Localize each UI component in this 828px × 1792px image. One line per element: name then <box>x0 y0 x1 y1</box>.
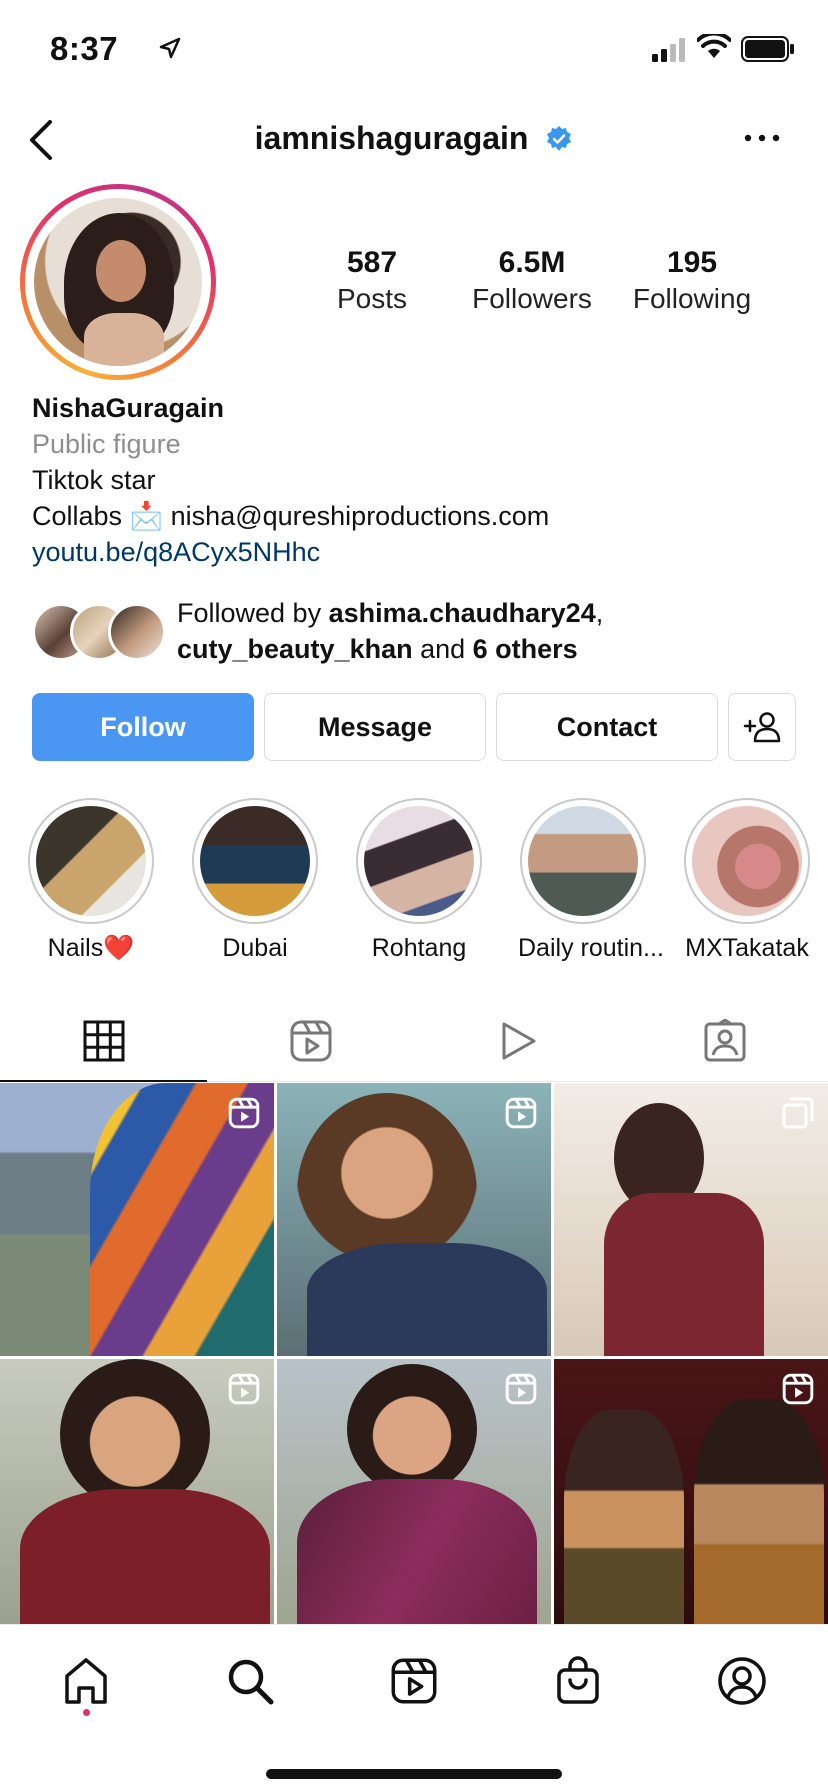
bio-link[interactable]: youtu.be/q8ACyx5NHhc <box>32 534 812 570</box>
stat-followers[interactable]: 6.5M Followers <box>442 245 622 317</box>
highlight-label: Daily routin... <box>518 934 664 962</box>
mutual-follower-link[interactable]: cuty_beauty_khan <box>177 634 413 664</box>
nav-shop[interactable] <box>548 1651 608 1711</box>
highlight-cover <box>528 806 638 916</box>
location-arrow-icon <box>159 37 181 59</box>
highlight-label: Rohtang <box>371 934 467 962</box>
followed-by-text: Followed by ashima.chaudhary24, cuty_bea… <box>177 598 604 664</box>
stat-label: Following <box>632 283 752 314</box>
stat-label: Posts <box>336 283 408 314</box>
stat-value: 587 <box>346 246 398 279</box>
message-button[interactable]: Message <box>264 693 486 761</box>
status-bar: 8:37 <box>0 0 828 100</box>
story-highlight[interactable]: Rohtang <box>354 798 484 963</box>
tab-grid[interactable] <box>0 1000 207 1082</box>
grid-post[interactable] <box>0 1359 274 1632</box>
grid-post[interactable] <box>277 1359 551 1632</box>
cellular-signal-icon <box>652 38 685 62</box>
nav-home[interactable] <box>56 1651 116 1711</box>
profile-category: Public figure <box>32 429 181 459</box>
profile-icon <box>718 1657 766 1705</box>
bottom-nav <box>0 1624 828 1792</box>
story-highlight[interactable]: Nails❤️ <box>26 798 156 963</box>
grid-post[interactable] <box>554 1083 828 1356</box>
mutual-follower-avatar <box>108 603 166 661</box>
stat-label: Followers <box>472 283 592 314</box>
stat-posts[interactable]: 587 Posts <box>282 245 462 317</box>
notification-dot <box>83 1709 90 1716</box>
play-icon <box>502 1022 535 1060</box>
profile-bio: NishaGuragain Public figure Tiktok star … <box>32 390 812 570</box>
more-dots-icon[interactable] <box>742 130 782 146</box>
mutual-follower-link[interactable]: ashima.chaudhary24 <box>329 598 596 628</box>
highlight-cover <box>200 806 310 916</box>
bio-line: Tiktok star <box>32 465 156 495</box>
status-time: 8:37 <box>50 30 119 67</box>
tab-reels[interactable] <box>207 1000 414 1082</box>
posts-grid <box>0 1083 828 1632</box>
grid-post[interactable] <box>0 1083 274 1356</box>
follow-button[interactable]: Follow <box>32 693 254 761</box>
reels-icon <box>505 1097 537 1129</box>
story-highlight[interactable]: Daily routin... <box>518 798 664 963</box>
story-highlight[interactable]: Dubai <box>190 798 320 963</box>
highlight-cover <box>692 806 802 916</box>
mutual-others-link[interactable]: 6 others <box>473 634 578 664</box>
search-icon <box>228 1659 274 1705</box>
contact-button[interactable]: Contact <box>496 693 718 761</box>
shop-bag-icon <box>557 1656 599 1704</box>
nav-profile[interactable] <box>712 1651 772 1711</box>
grid-icon <box>83 1020 124 1062</box>
profile-header: iamnishaguragain <box>0 110 828 170</box>
nav-reels[interactable] <box>384 1651 444 1711</box>
stat-following[interactable]: 195 Following <box>602 245 782 317</box>
wifi-icon <box>697 34 731 58</box>
tagged-icon <box>704 1019 745 1062</box>
stat-value: 195 <box>666 246 718 279</box>
profile-tabs <box>0 1000 828 1082</box>
bio-line: Collabs 📩 nisha@qureshiproductions.com <box>32 501 550 531</box>
page-title: iamnishaguragain <box>0 120 828 157</box>
battery-icon <box>741 36 794 62</box>
reels-icon <box>505 1373 537 1405</box>
avatar <box>34 198 202 366</box>
grid-post[interactable] <box>277 1083 551 1356</box>
verified-badge-icon <box>547 126 572 151</box>
reels-icon <box>228 1373 260 1405</box>
home-indicator <box>266 1769 562 1779</box>
carousel-icon <box>782 1097 814 1129</box>
profile-name: NishaGuragain <box>32 393 225 423</box>
active-tab-indicator <box>0 1080 207 1082</box>
tab-tagged[interactable] <box>621 1000 828 1082</box>
reels-icon <box>290 1020 331 1062</box>
reels-icon <box>391 1658 437 1704</box>
add-person-icon <box>743 712 781 743</box>
home-icon <box>65 1658 107 1704</box>
highlight-label: Dubai <box>222 934 288 962</box>
nav-search[interactable] <box>220 1651 280 1711</box>
profile-avatar[interactable] <box>20 184 216 380</box>
highlight-label: Nails❤️ <box>47 934 135 962</box>
stat-value: 6.5M <box>498 246 566 279</box>
followed-by[interactable]: Followed by ashima.chaudhary24, cuty_bea… <box>32 595 812 669</box>
profile-username: iamnishaguragain <box>254 120 529 156</box>
tab-videos[interactable] <box>414 1000 621 1082</box>
reels-icon <box>228 1097 260 1129</box>
highlight-label: MXTakatak <box>685 934 809 962</box>
highlight-cover <box>364 806 474 916</box>
suggested-accounts-button[interactable] <box>728 693 796 761</box>
story-highlight[interactable]: MXTakatak <box>682 798 812 963</box>
highlight-cover <box>36 806 146 916</box>
reels-icon <box>782 1373 814 1405</box>
grid-post[interactable] <box>554 1359 828 1632</box>
